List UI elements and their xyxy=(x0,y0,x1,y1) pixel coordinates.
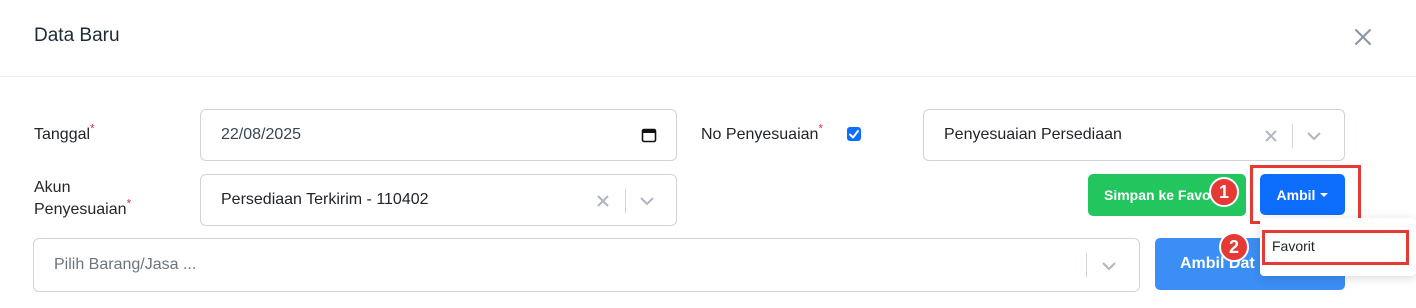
tanggal-value: 22/08/2025 xyxy=(221,126,302,143)
select-separator xyxy=(1086,253,1087,277)
chevron-down-icon[interactable] xyxy=(1306,131,1322,141)
calendar-icon[interactable] xyxy=(641,127,657,143)
akun-label-line2: Penyesuaian xyxy=(34,201,127,218)
no-penyesuaian-label: No Penyesuaian* xyxy=(701,121,824,146)
step-badge-1: 1 xyxy=(1209,177,1239,207)
required-mark: * xyxy=(818,121,824,136)
modal-header: Data Baru xyxy=(0,0,1416,77)
check-icon xyxy=(849,130,859,139)
caret-down-icon xyxy=(1320,192,1329,197)
tanggal-date-input[interactable]: 22/08/2025 xyxy=(200,109,677,161)
ambil-dropdown-button[interactable]: Ambil xyxy=(1260,174,1345,215)
item-select[interactable]: Pilih Barang/Jasa ... xyxy=(33,238,1140,292)
item-placeholder: Pilih Barang/Jasa ... xyxy=(54,256,197,273)
select-separator xyxy=(625,189,626,213)
select-separator xyxy=(1292,124,1293,148)
clear-icon[interactable] xyxy=(1264,129,1278,143)
step-badge-2: 2 xyxy=(1219,232,1249,262)
no-penyesuaian-value: Penyesuaian Persediaan xyxy=(944,126,1122,143)
akun-value: Persediaan Terkirim - 110402 xyxy=(221,191,429,208)
ambil-label: Ambil xyxy=(1276,186,1316,203)
chevron-down-icon[interactable] xyxy=(639,196,655,206)
no-penyesuaian-select[interactable]: Penyesuaian Persediaan xyxy=(923,109,1345,161)
tanggal-label-text: Tanggal xyxy=(34,126,91,143)
save-favorite-label: Simpan ke Favo xyxy=(1104,187,1211,203)
required-mark: * xyxy=(90,121,95,136)
required-mark: * xyxy=(126,196,132,211)
akun-label-line1: Akun xyxy=(34,179,71,196)
modal-title: Data Baru xyxy=(34,25,120,46)
close-icon[interactable] xyxy=(1350,24,1376,50)
auto-number-checkbox[interactable] xyxy=(847,127,861,141)
akun-label: Akun Penyesuaian* xyxy=(34,177,131,221)
clear-icon[interactable] xyxy=(596,194,610,208)
dropdown-item-favorit[interactable]: Favorit xyxy=(1272,238,1315,254)
chevron-down-icon[interactable] xyxy=(1101,261,1117,271)
tanggal-label: Tanggal* xyxy=(34,121,95,146)
no-penyesuaian-label-text: No Penyesuaian xyxy=(701,126,819,143)
akun-select[interactable]: Persediaan Terkirim - 110402 xyxy=(200,174,677,226)
